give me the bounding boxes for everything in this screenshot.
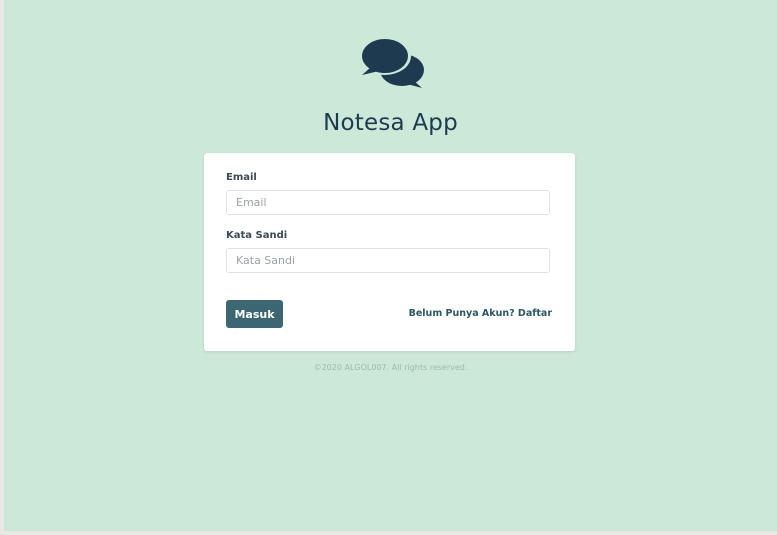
app-title: Notesa App: [323, 110, 458, 136]
password-input[interactable]: [226, 248, 550, 273]
login-button[interactable]: Masuk: [226, 300, 283, 328]
login-card: Email Kata Sandi Masuk Belum Punya Akun?…: [204, 153, 575, 351]
email-input[interactable]: [226, 190, 550, 215]
password-label: Kata Sandi: [226, 230, 288, 241]
footer-copyright: ©2020 ALGOL007. All rights reserved.: [313, 363, 468, 372]
register-link[interactable]: Belum Punya Akun? Daftar: [409, 308, 552, 320]
chat-bubbles-icon: [357, 36, 427, 90]
email-label: Email: [226, 172, 257, 183]
page-background: Notesa App Email Kata Sandi Masuk Belum …: [4, 0, 777, 531]
